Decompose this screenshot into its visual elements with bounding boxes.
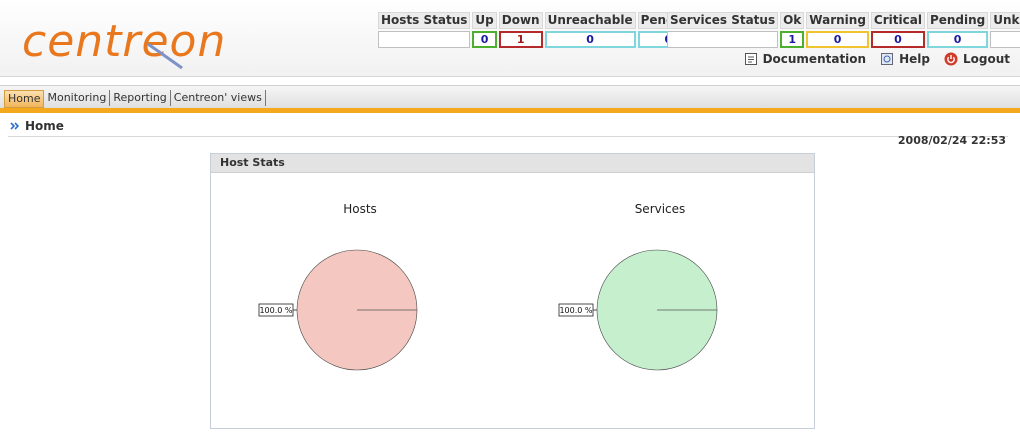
services-pie-chart: Services 100.0 % [558,202,718,371]
help-link[interactable]: Help [880,52,930,66]
centreon-logo[interactable]: centreon [20,14,275,70]
main-menu: Home Monitoring Reporting Centreon' view… [4,90,266,108]
services-status-spacer [667,31,779,48]
services-warning-header: Warning [806,12,869,29]
services-unknown-count[interactable]: 0 [990,31,1020,48]
documentation-label: Documentation [762,52,867,66]
power-icon [944,52,958,66]
hosts-down-count[interactable]: 1 [498,31,543,48]
help-label: Help [899,52,930,66]
services-critical-header: Critical [870,12,925,29]
documentation-link[interactable]: Documentation [744,52,867,66]
hosts-unreachable-count[interactable]: 0 [544,31,636,48]
hosts-status-label: Hosts Status [378,12,471,29]
services-critical-count[interactable]: 0 [870,31,925,48]
document-icon [744,53,757,65]
menu-accent-line [0,108,1020,113]
header: centreon Hosts Status Up Down Unreachabl… [0,0,1020,77]
services-pending-header: Pending [926,12,989,29]
menu-monitoring[interactable]: Monitoring [44,90,111,106]
logout-label: Logout [962,52,1010,66]
services-chart-title: Services [635,202,686,216]
double-chevron-icon [10,122,20,130]
services-pending-count[interactable]: 0 [926,31,989,48]
logout-link[interactable]: Logout [944,52,1010,66]
hosts-down-header: Down [498,12,543,29]
services-status-table: Services Status Ok Warning Critical Pend… [665,10,1020,50]
current-datetime: 2008/02/24 22:53 [897,134,1006,147]
services-slice-label: 100.0 % [559,306,592,315]
top-links: Documentation Help Logout [744,52,1010,66]
hosts-up-header: Up [472,12,497,29]
menu-reporting[interactable]: Reporting [110,90,171,106]
hosts-status-spacer [378,31,471,48]
hosts-chart-title: Hosts [343,202,377,216]
breadcrumb: Home [10,119,64,133]
stats-charts: Hosts 100.0 % Services 100.0 % [258,202,718,371]
panel-title: Host Stats [211,154,814,173]
hosts-unreachable-header: Unreachable [544,12,636,29]
host-stats-panel: Host Stats Hosts 100.0 % Services 100.0 … [210,153,815,429]
breadcrumb-divider [8,136,1008,137]
breadcrumb-label[interactable]: Home [25,119,64,133]
services-status-label: Services Status [667,12,779,29]
help-icon [881,53,894,65]
svg-text:centreon: centreon [22,16,226,67]
hosts-up-count[interactable]: 0 [472,31,497,48]
hosts-pie-chart: Hosts 100.0 % [258,202,418,371]
services-ok-count[interactable]: 1 [780,31,805,48]
services-warning-count[interactable]: 0 [806,31,869,48]
menu-home[interactable]: Home [4,90,45,108]
hosts-slice-label: 100.0 % [259,306,292,315]
services-unknown-header: Unknown [990,12,1020,29]
menu-centreon-views[interactable]: Centreon' views [171,90,266,106]
services-ok-header: Ok [780,12,805,29]
hosts-status-table: Hosts Status Up Down Unreachable Pending… [376,10,701,50]
